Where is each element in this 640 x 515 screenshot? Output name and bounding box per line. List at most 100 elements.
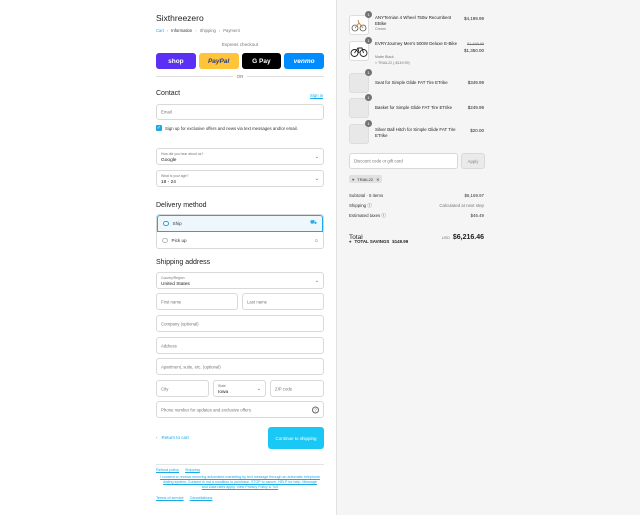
express-buttons: shop PayPal G Pay venmo [156, 53, 324, 69]
remove-discount-icon[interactable]: ✕ [376, 177, 379, 182]
info-icon[interactable]: ⓘ [381, 213, 385, 218]
divider-line [156, 76, 233, 77]
chevron-down-icon: ⌄ [314, 153, 319, 160]
truck-icon: ⛟ [310, 220, 317, 226]
check-icon[interactable]: ✓ [156, 125, 162, 131]
quantity-badge: 1 [365, 37, 372, 44]
address-field[interactable]: Address [156, 337, 324, 354]
shop-pay-button[interactable]: shop [156, 53, 196, 69]
apply-discount-button[interactable]: Apply [461, 153, 485, 169]
product-thumbnail [349, 124, 369, 144]
age-label: What is your age? [161, 174, 189, 178]
shipping-label-wrap: Shipping ⓘ [349, 203, 372, 209]
state-select[interactable]: State Iowa ⌄ [213, 380, 266, 397]
first-name-field[interactable]: First name [156, 293, 238, 310]
item-name: ANYTernian 4 Wheel 750w Recumbent EBike [375, 15, 452, 26]
radio-unselected[interactable] [162, 237, 168, 244]
chevron-right-icon: › [195, 28, 197, 33]
refund-policy-link[interactable]: Refund policy [156, 468, 179, 472]
shipping-policy-link[interactable]: Shipping [185, 468, 200, 472]
phone-placeholder: Phone number for updates and exclusive o… [161, 407, 251, 412]
first-name-placeholder: First name [161, 299, 182, 304]
discount-code-input[interactable]: Discount code or gift card [349, 153, 458, 169]
terms-link[interactable]: Terms of service [156, 496, 184, 500]
heard-about-value: Google [161, 158, 177, 163]
checkout-main: Sixthreezero Cart › Information › Shippi… [0, 0, 336, 515]
state-label: State [218, 384, 226, 388]
cart-item: 1 Silver Ball Hitch for Simple Glide FAT… [349, 120, 484, 144]
venmo-button[interactable]: venmo [284, 53, 324, 69]
contact-heading: Contact [156, 90, 181, 97]
delivery-option-pickup[interactable]: Pick up ⌂ [157, 232, 323, 248]
footer-links-secondary: Terms of service Cancellations [156, 496, 212, 500]
quantity-badge: 1 [365, 69, 372, 76]
currency-code: USD [441, 236, 450, 240]
email-field[interactable]: Email [156, 104, 324, 120]
country-value: United States [161, 282, 190, 287]
radio-selected[interactable] [163, 220, 169, 227]
age-value: 18 - 24 [161, 180, 176, 185]
state-value: Iowa [218, 390, 229, 395]
help-icon[interactable]: ? [312, 406, 319, 413]
heard-about-select[interactable]: How did you hear about us? Google ⌄ [156, 148, 324, 165]
discount-placeholder: Discount code or gift card [354, 158, 403, 164]
item-price: $1,350.00 [463, 48, 484, 53]
country-label: Country/Region [161, 276, 185, 280]
or-label: OR [236, 74, 244, 79]
shipping-heading: Shipping address [156, 259, 211, 266]
express-checkout-label: Express checkout [221, 42, 259, 47]
taxes-label: Estimated taxes [349, 213, 381, 218]
taxes-row: Estimated taxes ⓘ $46.49 [349, 213, 484, 219]
chevron-down-icon: ⌄ [314, 175, 319, 182]
delivery-option-ship[interactable]: Ship ⛟ [157, 215, 323, 232]
quantity-badge: 1 [365, 11, 372, 18]
sms-consent-note[interactable]: I consent to receive recurring automated… [160, 475, 320, 490]
taxes-label-wrap: Estimated taxes ⓘ [349, 213, 386, 219]
product-thumbnail [349, 15, 369, 35]
address-placeholder: Address [161, 343, 177, 348]
item-price: $4,199.99 [463, 16, 484, 21]
item-name: Basket for Simple Glide FAT Tire ETrike [375, 105, 453, 110]
return-to-cart-link[interactable]: ‹ Return to cart [156, 435, 189, 440]
footer-divider [156, 464, 324, 465]
age-select[interactable]: What is your age? 18 - 24 ⌄ [156, 170, 324, 187]
cancellations-link[interactable]: Cancellations [190, 496, 213, 500]
chevron-down-icon: ⌄ [314, 277, 319, 284]
product-thumbnail [349, 98, 369, 118]
product-thumbnail [349, 73, 369, 93]
paypal-button[interactable]: PayPal [198, 53, 239, 69]
breadcrumb-payment: Payment [223, 28, 240, 33]
subtotal-label: Subtotal · 5 items [349, 193, 384, 198]
phone-field[interactable]: Phone number for updates and exclusive o… [156, 401, 324, 418]
continue-to-shipping-button[interactable]: Continue to shipping [268, 427, 324, 449]
sign-in-link[interactable]: Sign in [310, 93, 323, 98]
apartment-field[interactable]: Apartment, suite, etc. (optional) [156, 358, 324, 375]
item-price: $249.99 [467, 105, 484, 110]
trike-image-icon [351, 19, 367, 32]
last-name-field[interactable]: Last name [242, 293, 324, 310]
savings-value: $149.99 [392, 239, 409, 244]
chevron-left-icon: ‹ [156, 435, 158, 440]
zip-field[interactable]: ZIP code [270, 380, 324, 397]
shipping-label: Shipping [349, 203, 367, 208]
item-name: EVRYJourney Men's 500W Deluxe E-Bike [375, 41, 458, 46]
delivery-option-label: Pick up [171, 238, 187, 243]
offers-checkbox-row[interactable]: ✓ Sign up for exclusive offers and news … [156, 125, 298, 131]
applied-code: TRAIL22 [357, 176, 374, 182]
item-variant: Cream [375, 27, 386, 31]
store-logo[interactable]: Sixthreezero [156, 13, 204, 23]
country-select[interactable]: Country/Region United States ⌄ [156, 272, 324, 289]
breadcrumb-shipping: Shipping [199, 28, 216, 33]
info-icon[interactable]: ⓘ [367, 203, 371, 208]
savings-label: TOTAL SAVINGS [354, 239, 390, 244]
tag-icon: ⌖ [352, 176, 355, 182]
city-field[interactable]: City [156, 380, 209, 397]
product-thumbnail [349, 41, 369, 61]
company-field[interactable]: Company (optional) [156, 315, 324, 332]
item-price: $20.00 [470, 128, 484, 133]
google-pay-button[interactable]: G Pay [241, 53, 282, 69]
apartment-placeholder: Apartment, suite, etc. (optional) [161, 364, 221, 369]
breadcrumb-cart[interactable]: Cart [156, 28, 164, 33]
subtotal-row: Subtotal · 5 items $6,169.97 [349, 193, 484, 198]
chevron-down-icon: ⌄ [256, 385, 261, 392]
